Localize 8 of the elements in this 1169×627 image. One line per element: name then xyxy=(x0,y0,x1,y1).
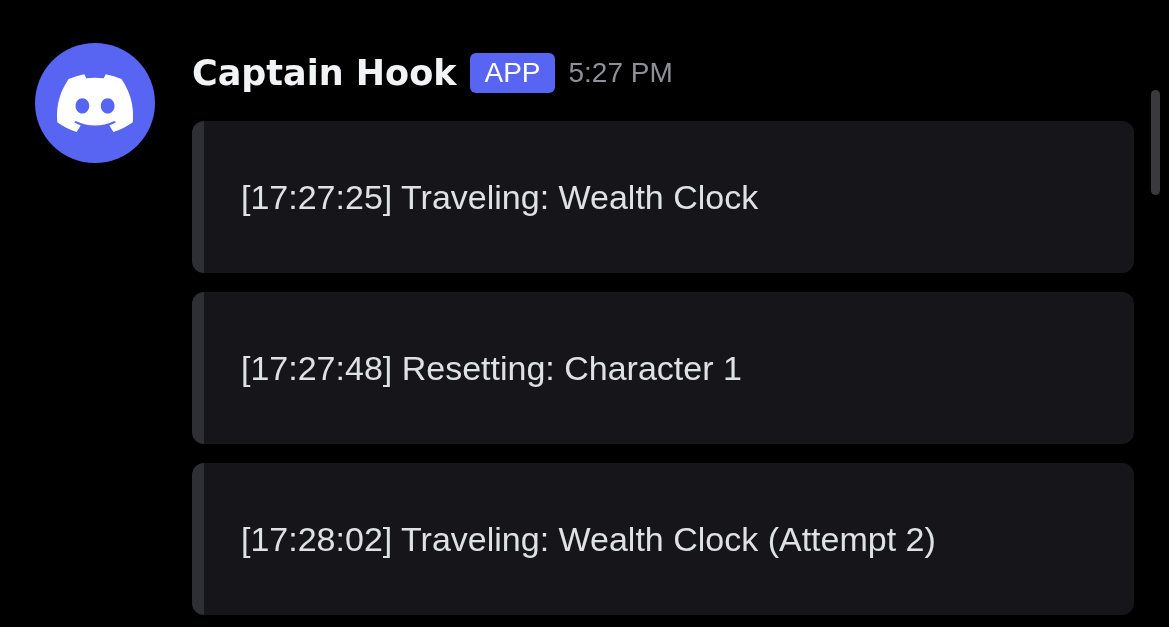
scrollbar-thumb[interactable] xyxy=(1151,90,1160,195)
embed-text: [17:27:25] Traveling: Wealth Clock xyxy=(241,177,759,217)
app-badge: APP xyxy=(470,53,555,93)
embed-text: [17:28:02] Traveling: Wealth Clock (Attempt 2) xyxy=(241,519,936,559)
game-controller-icon xyxy=(57,74,133,132)
embed-text: [17:27:48] Resetting: Character 1 xyxy=(241,348,742,388)
author-name[interactable]: Captain Hook xyxy=(192,53,457,93)
timestamp: 5:27 PM xyxy=(568,57,673,89)
